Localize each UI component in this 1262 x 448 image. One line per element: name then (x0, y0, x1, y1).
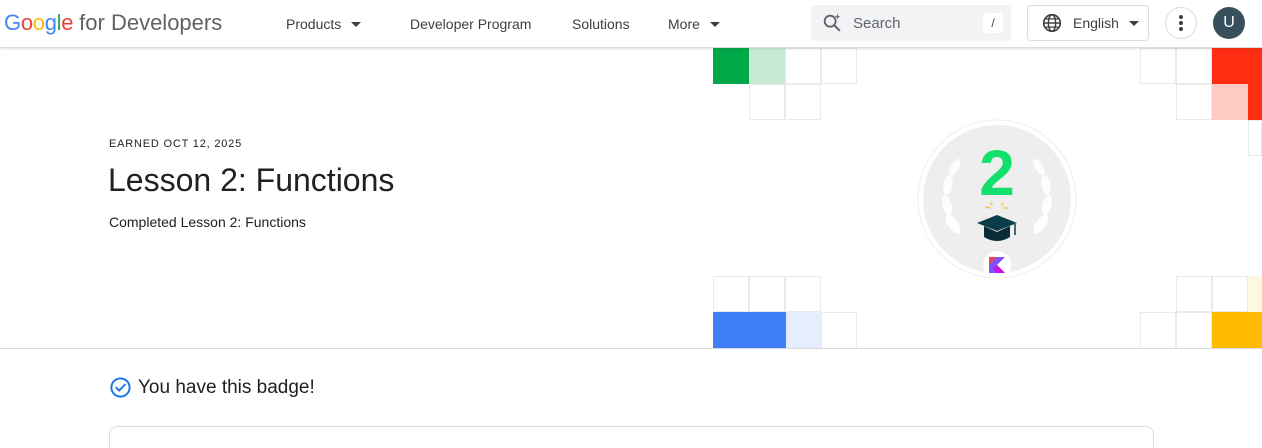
badge-status-text: You have this badge! (138, 376, 315, 398)
globe-icon (1042, 13, 1062, 33)
top-app-bar: Google for Developers Products Developer… (0, 0, 1262, 48)
chevron-down-icon (709, 21, 720, 27)
nav-developer-program[interactable]: Developer Program (410, 0, 531, 47)
decorative-tile (785, 84, 821, 120)
decorative-tile (1212, 48, 1262, 84)
logo-suffix: for Developers (79, 10, 223, 35)
decorative-tile (749, 84, 785, 120)
nav-products[interactable]: Products (286, 0, 362, 47)
decorative-tile (1212, 276, 1248, 312)
badge-description: Completed Lesson 2: Functions (109, 214, 306, 230)
language-label: English (1073, 15, 1119, 31)
decorative-tile (1140, 312, 1176, 348)
decorative-tile (821, 312, 857, 348)
nav-solutions-label: Solutions (572, 15, 630, 32)
decorative-tile (749, 48, 785, 84)
decorative-tile (713, 276, 749, 312)
content-card (109, 426, 1154, 448)
decorative-tile (1248, 120, 1262, 156)
search-shortcut-key: / (983, 13, 1003, 33)
more-vert-icon (1179, 15, 1183, 31)
decorative-tile (1248, 276, 1262, 312)
chevron-down-icon (1128, 21, 1139, 26)
decorative-tile (749, 276, 785, 312)
decorative-tile (1140, 48, 1176, 84)
decorative-tile (786, 312, 822, 348)
google-wordmark: Google (4, 10, 74, 35)
search-sparkle-icon (823, 13, 841, 32)
decorative-tile (821, 48, 857, 84)
decorative-tile (1212, 84, 1248, 120)
language-selector[interactable]: English (1027, 5, 1149, 41)
decorative-tile (1212, 312, 1262, 348)
search-box[interactable]: Search / (811, 5, 1011, 41)
page-title: Lesson 2: Functions (108, 162, 395, 198)
more-options-button[interactable] (1165, 7, 1197, 39)
check-circle-icon (110, 377, 131, 398)
nav-more-label: More (668, 15, 700, 32)
nav-products-label: Products (286, 15, 342, 32)
decorative-tile (1176, 312, 1212, 348)
decorative-tile (1176, 48, 1212, 84)
nav-developer-program-label: Developer Program (410, 15, 532, 32)
badge-hero: EARNED OCT 12, 2025 Lesson 2: Functions … (0, 48, 1262, 349)
badge-number: 2 (979, 137, 1015, 209)
decorative-tile (1176, 84, 1212, 120)
decorative-tile (1248, 84, 1262, 120)
chevron-down-icon (351, 21, 362, 27)
nav-more[interactable]: More (668, 0, 720, 47)
decorative-tile (713, 48, 749, 84)
nav-solutions[interactable]: Solutions (572, 0, 630, 47)
kotlin-logo-icon (983, 251, 1011, 279)
lesson-badge-image: 2 (917, 119, 1077, 279)
decorative-tile (1176, 276, 1212, 312)
earned-date: EARNED OCT 12, 2025 (109, 138, 242, 150)
avatar[interactable]: U (1213, 7, 1245, 39)
decorative-tile (785, 48, 821, 84)
badge-status: You have this badge! (109, 376, 315, 399)
google-for-developers-logo[interactable]: Google for Developers (4, 10, 222, 38)
decorative-tile (785, 276, 821, 312)
search-placeholder: Search (853, 14, 901, 32)
decorative-tile (713, 312, 786, 348)
